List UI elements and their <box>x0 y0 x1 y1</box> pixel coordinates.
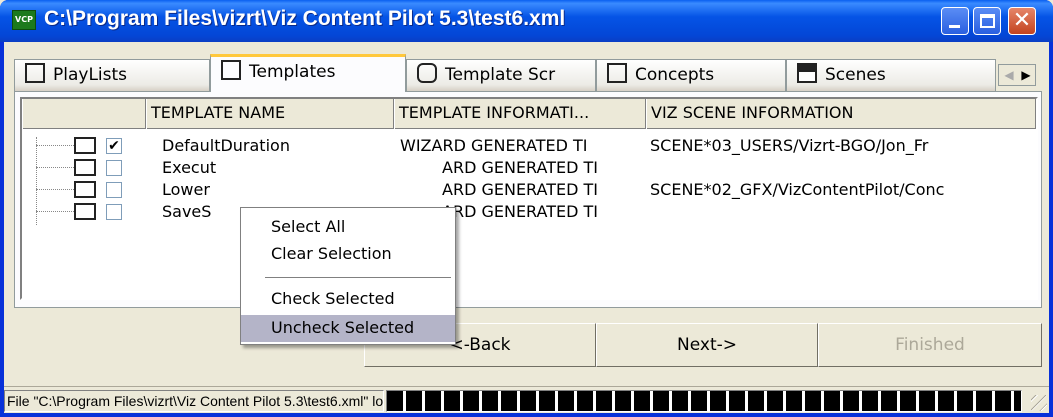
template-icon <box>74 203 96 220</box>
resize-grip[interactable] <box>1031 395 1047 411</box>
row-checkbox[interactable] <box>106 182 122 198</box>
window-title: C:\Program Files\vizrt\Viz Content Pilot… <box>44 7 566 30</box>
tab-label: Scenes <box>825 65 886 85</box>
header-viz-scene-information[interactable]: VIZ SCENE INFORMATION <box>646 99 1036 129</box>
tree-connector <box>36 167 74 168</box>
scroll-left-icon[interactable]: ◀ <box>1001 67 1017 83</box>
tab-label: Templates <box>249 62 336 82</box>
tree-connector <box>36 145 74 146</box>
context-menu: Select All Clear Selection Check Selecte… <box>240 207 456 345</box>
menu-item-select-all[interactable]: Select All <box>241 214 455 241</box>
scene-info-cell <box>650 201 1036 223</box>
template-icon <box>74 181 96 198</box>
progress-fill <box>387 391 1021 411</box>
scene-info-cell: SCENE*02_GFX/VizContentPilot/Conc <box>650 180 945 199</box>
script-icon <box>417 63 437 83</box>
header-blank <box>22 99 146 129</box>
tab-scroll-buttons[interactable]: ◀ ▶ <box>998 64 1036 86</box>
scroll-right-icon[interactable]: ▶ <box>1018 67 1034 83</box>
templates-panel: TEMPLATE NAME TEMPLATE INFORMATI... VIZ … <box>14 91 1042 308</box>
template-icon <box>221 60 241 80</box>
status-bar: File "C:\Program Files\vizrt\Viz Content… <box>4 386 1049 413</box>
row-checkbox[interactable] <box>106 160 122 176</box>
client-area: PlayLists Templates Template Scr Concept… <box>4 42 1049 413</box>
scene-info-cell <box>650 157 1036 179</box>
tab-concepts[interactable]: Concepts <box>596 59 786 91</box>
row-checkbox[interactable] <box>106 204 122 220</box>
tab-scenes[interactable]: Scenes <box>786 59 996 91</box>
template-icon <box>74 159 96 176</box>
table-row[interactable]: SaveS ARD GENERATED TI <box>22 201 1036 223</box>
header-template-name[interactable]: TEMPLATE NAME <box>146 99 394 129</box>
scene-icon <box>797 63 817 83</box>
tab-templates[interactable]: Templates <box>210 54 406 92</box>
template-info-cell: WIZARD GENERATED TI <box>400 136 588 155</box>
menu-separator <box>265 277 451 278</box>
menu-item-clear-selection[interactable]: Clear Selection <box>241 241 455 268</box>
tab-label: Template Scr <box>445 65 556 85</box>
template-info-cell: ARD GENERATED TI <box>442 180 599 199</box>
scene-info-cell: SCENE*03_USERS/Vizrt-BGO/Jon_Fr <box>650 136 929 155</box>
finished-button: Finished <box>818 323 1042 367</box>
maximize-icon <box>980 14 995 28</box>
template-icon <box>74 137 96 154</box>
template-info-cell: ARD GENERATED TI <box>442 158 599 177</box>
close-icon: ✕ <box>1012 8 1032 33</box>
tab-label: Concepts <box>635 65 715 85</box>
templates-grid[interactable]: TEMPLATE NAME TEMPLATE INFORMATI... VIZ … <box>20 97 1038 300</box>
tab-template-scripts[interactable]: Template Scr <box>406 59 596 91</box>
load-progress-bar <box>386 390 1022 412</box>
menu-item-check-selected[interactable]: Check Selected <box>241 286 455 313</box>
template-info-cell: ARD GENERATED TI <box>442 202 599 221</box>
maximize-button[interactable] <box>973 7 1001 35</box>
vcp-app-icon: VCP <box>12 10 36 30</box>
playlist-icon <box>25 63 45 83</box>
template-name-cell: Lower <box>162 180 210 199</box>
template-name-cell: DefaultDuration <box>162 136 290 155</box>
table-row[interactable]: Execut ARD GENERATED TI <box>22 157 1036 179</box>
menu-item-uncheck-selected[interactable]: Uncheck Selected <box>241 315 455 342</box>
minimize-icon <box>949 25 960 28</box>
grid-header: TEMPLATE NAME TEMPLATE INFORMATI... VIZ … <box>22 99 1036 129</box>
tree-connector <box>36 189 74 190</box>
next-button[interactable]: Next-> <box>596 323 818 367</box>
row-checkbox[interactable]: ✔ <box>106 138 122 154</box>
table-row[interactable]: Lower ARD GENERATED TI SCENE*02_GFX/VizC… <box>22 179 1036 201</box>
tab-playlists[interactable]: PlayLists <box>14 59 210 91</box>
tab-label: PlayLists <box>53 65 128 85</box>
template-name-cell: Execut <box>162 158 217 177</box>
minimize-button[interactable] <box>941 7 969 35</box>
close-button[interactable]: ✕ <box>1008 7 1036 35</box>
tree-connector <box>36 211 74 212</box>
status-text: File "C:\Program Files\vizrt\Viz Content… <box>4 390 384 412</box>
header-template-information[interactable]: TEMPLATE INFORMATI... <box>394 99 646 129</box>
concepts-icon <box>607 63 627 83</box>
table-row[interactable]: ✔ DefaultDuration WIZARD GENERATED TI SC… <box>22 135 1036 157</box>
title-bar[interactable]: VCP C:\Program Files\vizrt\Viz Content P… <box>0 0 1053 42</box>
